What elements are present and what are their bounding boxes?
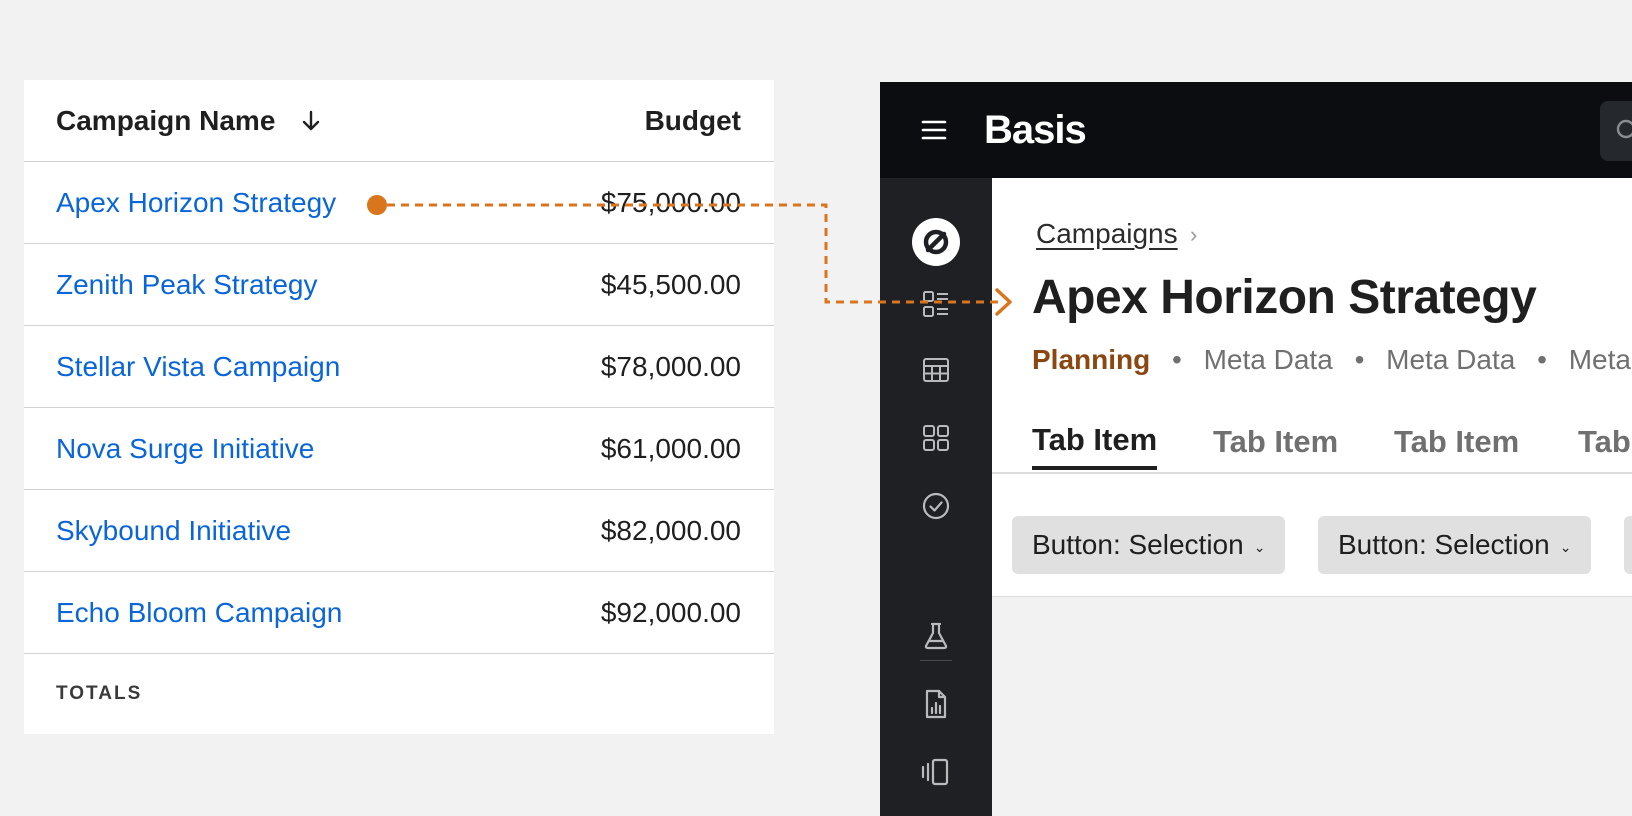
arrow-right-icon — [995, 288, 1012, 316]
connector-dot — [367, 195, 387, 215]
connector-line — [387, 203, 1000, 304]
link-connector — [367, 195, 1012, 316]
